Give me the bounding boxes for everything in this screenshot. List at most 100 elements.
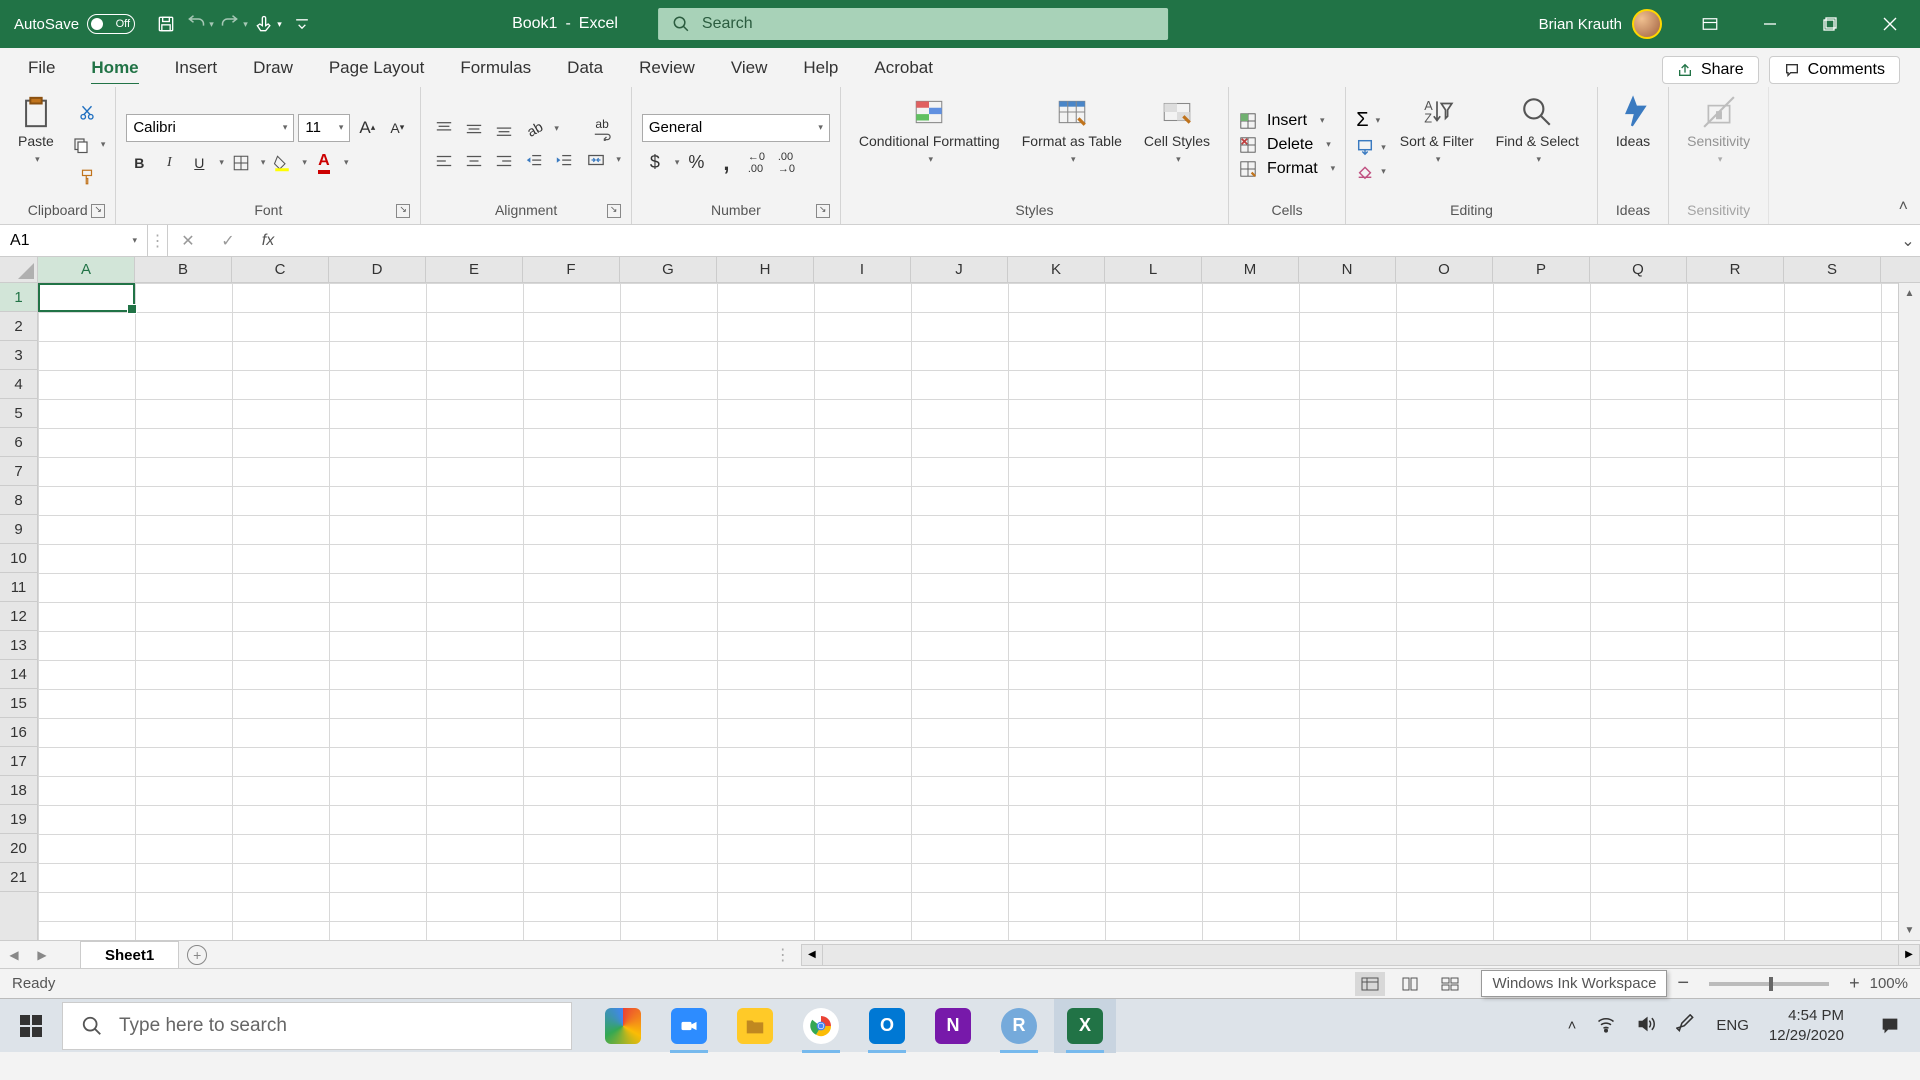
decrease-decimal-icon[interactable]: .00→0 bbox=[773, 150, 799, 176]
column-header[interactable]: Q bbox=[1590, 257, 1687, 282]
copy-icon[interactable] bbox=[68, 132, 94, 158]
name-box[interactable]: A1▾ bbox=[0, 225, 148, 256]
row-header[interactable]: 9 bbox=[0, 515, 37, 544]
tab-data[interactable]: Data bbox=[549, 52, 621, 84]
row-header[interactable]: 8 bbox=[0, 486, 37, 515]
row-header[interactable]: 19 bbox=[0, 805, 37, 834]
wifi-icon[interactable] bbox=[1596, 1014, 1616, 1038]
row-header[interactable]: 14 bbox=[0, 660, 37, 689]
active-cell[interactable] bbox=[38, 283, 135, 312]
column-header[interactable]: F bbox=[523, 257, 620, 282]
hscroll-left-icon[interactable]: ◀ bbox=[801, 944, 823, 966]
add-sheet-button[interactable]: + bbox=[179, 941, 215, 968]
paste-button[interactable]: Paste▾ bbox=[10, 91, 62, 198]
align-middle-icon[interactable] bbox=[461, 116, 487, 142]
insert-cells-button[interactable]: Insert▾ bbox=[1239, 112, 1335, 130]
column-header[interactable]: R bbox=[1687, 257, 1784, 282]
column-header[interactable]: C bbox=[232, 257, 329, 282]
number-format-combo[interactable]: General▾ bbox=[642, 114, 830, 142]
row-header[interactable]: 10 bbox=[0, 544, 37, 573]
insert-function-icon[interactable]: fx bbox=[248, 225, 288, 256]
zoom-slider[interactable] bbox=[1709, 982, 1829, 986]
tab-insert[interactable]: Insert bbox=[157, 52, 236, 84]
close-button[interactable] bbox=[1860, 0, 1920, 48]
underline-button[interactable]: U bbox=[186, 150, 212, 176]
row-header[interactable]: 3 bbox=[0, 341, 37, 370]
merge-center-icon[interactable] bbox=[583, 147, 609, 173]
accounting-format-icon[interactable]: $ bbox=[642, 150, 668, 176]
increase-font-icon[interactable]: A▴ bbox=[354, 115, 380, 141]
italic-button[interactable]: I bbox=[156, 150, 182, 176]
orientation-icon[interactable]: ab bbox=[521, 116, 547, 142]
share-button[interactable]: Share bbox=[1662, 56, 1759, 84]
taskbar-app-rstudio[interactable]: R bbox=[988, 999, 1050, 1053]
column-header[interactable]: A bbox=[38, 257, 135, 282]
increase-decimal-icon[interactable]: ←0.00 bbox=[743, 150, 769, 176]
column-header[interactable]: O bbox=[1396, 257, 1493, 282]
autosum-button[interactable]: Σ▾ bbox=[1356, 109, 1386, 132]
taskbar-app-outlook[interactable]: O bbox=[856, 999, 918, 1053]
hscroll-right-icon[interactable]: ▶ bbox=[1898, 944, 1920, 966]
taskbar-app-file-explorer[interactable] bbox=[724, 999, 786, 1053]
wrap-text-icon[interactable]: ab bbox=[583, 117, 621, 141]
language-indicator[interactable]: ENG bbox=[1716, 1017, 1749, 1034]
taskbar-app-meet[interactable] bbox=[592, 999, 654, 1053]
expand-formula-bar-icon[interactable]: ⌄ bbox=[1896, 225, 1920, 256]
format-cells-button[interactable]: Format▾ bbox=[1239, 160, 1335, 178]
font-color-icon[interactable]: A bbox=[311, 150, 337, 176]
number-dialog-launcher[interactable] bbox=[816, 204, 830, 218]
percent-format-icon[interactable]: % bbox=[683, 150, 709, 176]
touch-mode-icon[interactable]: ▾ bbox=[251, 0, 285, 48]
tab-formulas[interactable]: Formulas bbox=[442, 52, 549, 84]
taskbar-app-onenote[interactable]: N bbox=[922, 999, 984, 1053]
column-header[interactable]: K bbox=[1008, 257, 1105, 282]
normal-view-icon[interactable] bbox=[1355, 972, 1385, 996]
row-header[interactable]: 1 bbox=[0, 283, 37, 312]
format-painter-icon[interactable] bbox=[68, 164, 106, 190]
clipboard-dialog-launcher[interactable] bbox=[91, 204, 105, 218]
row-header[interactable]: 13 bbox=[0, 631, 37, 660]
row-header[interactable]: 2 bbox=[0, 312, 37, 341]
row-header[interactable]: 7 bbox=[0, 457, 37, 486]
font-size-combo[interactable]: 11▾ bbox=[298, 114, 350, 142]
sheet-nav-prev-icon[interactable]: ◀ bbox=[0, 941, 28, 968]
conditional-formatting-button[interactable]: Conditional Formatting▾ bbox=[851, 91, 1008, 198]
row-header[interactable]: 18 bbox=[0, 776, 37, 805]
row-header[interactable]: 15 bbox=[0, 689, 37, 718]
cut-icon[interactable] bbox=[68, 100, 106, 126]
scroll-down-icon[interactable]: ▼ bbox=[1899, 920, 1920, 940]
row-header[interactable]: 21 bbox=[0, 863, 37, 892]
minimize-button[interactable] bbox=[1740, 0, 1800, 48]
row-header[interactable]: 11 bbox=[0, 573, 37, 602]
vertical-scrollbar[interactable]: ▲ ▼ bbox=[1898, 283, 1920, 940]
autosave-control[interactable]: AutoSave Off bbox=[0, 14, 149, 34]
ink-workspace-icon[interactable] bbox=[1676, 1014, 1696, 1038]
fill-color-icon[interactable] bbox=[269, 150, 295, 176]
comments-button[interactable]: Comments bbox=[1769, 56, 1900, 84]
taskbar-app-zoom[interactable] bbox=[658, 999, 720, 1053]
tray-overflow-icon[interactable]: ˄ bbox=[1568, 1017, 1577, 1034]
tab-acrobat[interactable]: Acrobat bbox=[856, 52, 951, 84]
column-header[interactable]: B bbox=[135, 257, 232, 282]
tab-draw[interactable]: Draw bbox=[235, 52, 311, 84]
align-bottom-icon[interactable] bbox=[491, 116, 517, 142]
row-header[interactable]: 17 bbox=[0, 747, 37, 776]
fill-button[interactable]: ▾ bbox=[1356, 138, 1386, 156]
zoom-out-button[interactable]: − bbox=[1677, 972, 1689, 995]
format-as-table-button[interactable]: Format as Table▾ bbox=[1014, 91, 1130, 198]
action-center-icon[interactable] bbox=[1864, 999, 1916, 1053]
sheet-tab[interactable]: Sheet1 bbox=[80, 941, 179, 968]
row-header[interactable]: 6 bbox=[0, 428, 37, 457]
ribbon-display-icon[interactable] bbox=[1680, 0, 1740, 48]
tab-home[interactable]: Home bbox=[73, 52, 156, 84]
row-header[interactable]: 16 bbox=[0, 718, 37, 747]
clear-button[interactable]: ▾ bbox=[1356, 162, 1386, 180]
collapse-ribbon-icon[interactable]: ˄ bbox=[1899, 198, 1908, 216]
font-dialog-launcher[interactable] bbox=[396, 204, 410, 218]
decrease-font-icon[interactable]: A▾ bbox=[384, 115, 410, 141]
column-header[interactable]: G bbox=[620, 257, 717, 282]
search-box[interactable]: Search bbox=[658, 8, 1168, 40]
sort-filter-button[interactable]: AZ Sort & Filter▾ bbox=[1392, 91, 1482, 198]
column-header[interactable]: D bbox=[329, 257, 426, 282]
column-header[interactable]: P bbox=[1493, 257, 1590, 282]
